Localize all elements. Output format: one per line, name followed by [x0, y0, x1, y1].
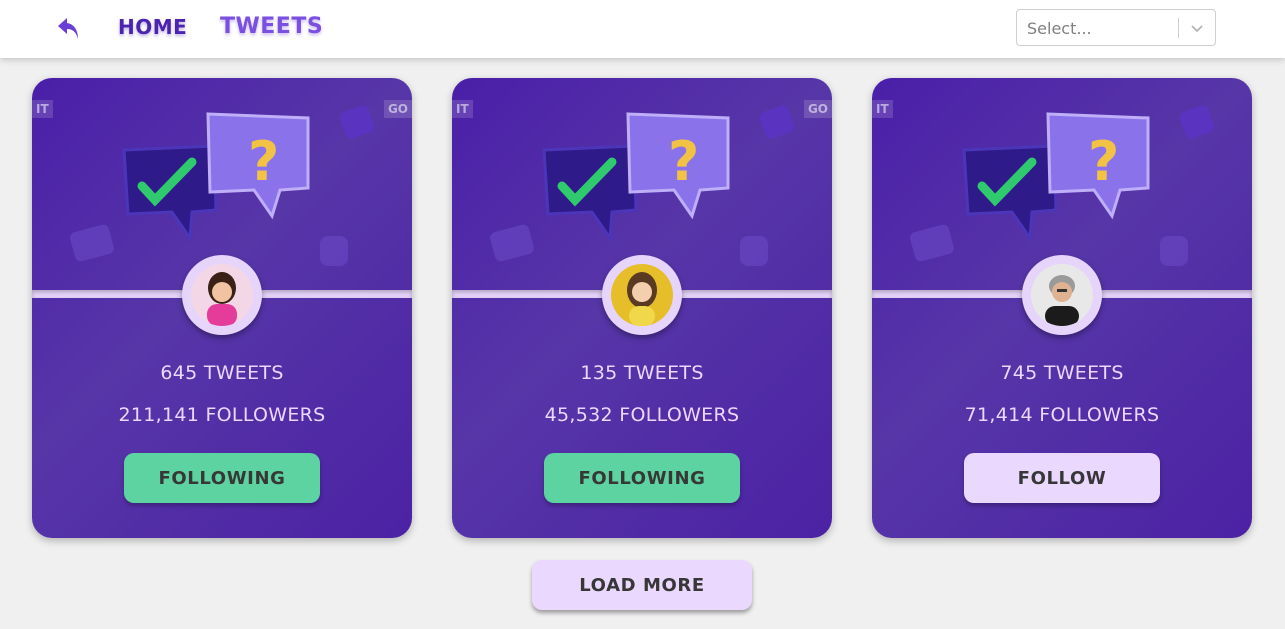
avatar-ring: [602, 255, 682, 335]
followers-count: 45,532 FOLLOWERS: [544, 404, 740, 426]
logo-fragment-right: GO: [803, 100, 832, 118]
avatar: [611, 264, 673, 326]
select-separator: [1178, 18, 1179, 38]
following-button[interactable]: FOLLOWING: [544, 453, 740, 503]
follow-button[interactable]: FOLLOW: [964, 453, 1160, 503]
followers-count: 71,414 FOLLOWERS: [964, 404, 1160, 426]
back-arrow-icon[interactable]: [54, 14, 84, 44]
avatar-ring: [182, 255, 262, 335]
logo-fragment-right: GO: [383, 100, 412, 118]
top-nav-bar: HOME TWEETS Select...: [0, 0, 1285, 58]
logo-fragment-left: IT: [32, 100, 53, 118]
followers-count: 211,141 FOLLOWERS: [118, 404, 326, 426]
load-more-button[interactable]: LOAD MORE: [532, 560, 752, 610]
avatar: [1031, 264, 1093, 326]
svg-text:?: ?: [1088, 130, 1119, 193]
user-card: ? IT GO 135 TWEETS 45,532 FOLLOWERS FOLL…: [452, 78, 832, 538]
avatar-ring: [1022, 255, 1102, 335]
user-card: ? IT 745 TWEETS 71,414 FOLLOWERS FOLLOW: [872, 78, 1252, 538]
filter-select[interactable]: Select...: [1016, 9, 1216, 46]
nav-home-link[interactable]: HOME: [118, 15, 187, 39]
user-card: ? IT GO 645 TWEETS 211,141 FOLLOWERS FOL…: [32, 78, 412, 538]
chevron-down-icon[interactable]: [1189, 20, 1205, 36]
avatar: [191, 264, 253, 326]
select-placeholder: Select...: [1027, 19, 1092, 38]
logo-fragment-left: IT: [872, 100, 893, 118]
logo-fragment-left: IT: [452, 100, 473, 118]
tweets-count: 135 TWEETS: [580, 362, 704, 384]
svg-text:?: ?: [248, 130, 279, 193]
nav-tweets-link[interactable]: TWEETS: [220, 14, 323, 39]
following-button[interactable]: FOLLOWING: [124, 453, 320, 503]
svg-text:?: ?: [668, 130, 699, 193]
tweets-count: 745 TWEETS: [1000, 362, 1124, 384]
tweets-count: 645 TWEETS: [160, 362, 284, 384]
